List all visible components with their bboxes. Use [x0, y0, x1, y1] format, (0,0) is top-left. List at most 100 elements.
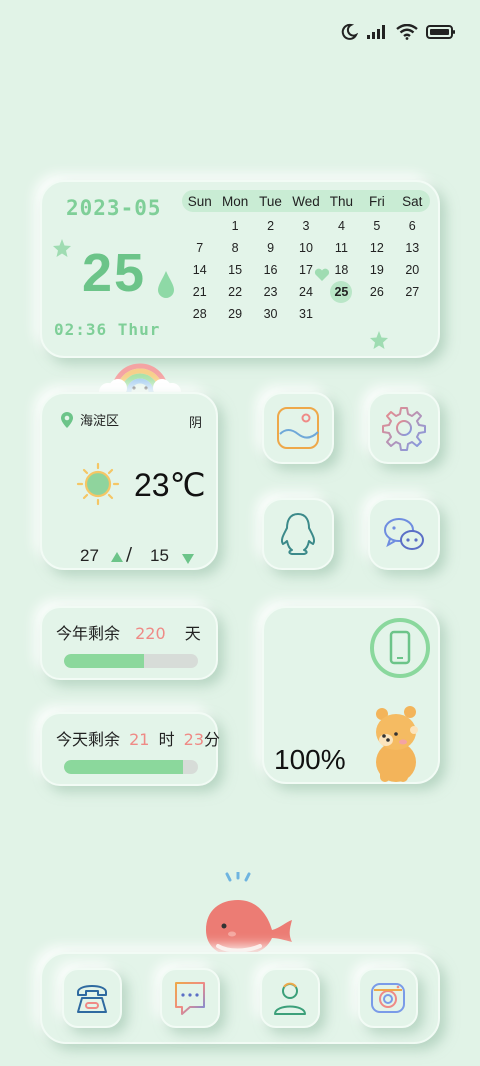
messages-app-button[interactable]: [160, 968, 220, 1028]
calendar-date: [182, 215, 217, 237]
calendar-time: 02:36 Thur: [54, 320, 161, 339]
calendar-date[interactable]: 1: [217, 215, 252, 237]
bear-icon: [376, 706, 418, 782]
year-remaining-days: 220: [135, 624, 166, 643]
calendar-widget[interactable]: 2023-05 25 02:36 Thur Sun Mon Tue Wed Th…: [40, 180, 440, 358]
calendar-date[interactable]: 19: [359, 259, 394, 281]
day-remaining-widget[interactable]: 今天剩余 21 时 23分: [40, 712, 220, 786]
calendar-date[interactable]: 4: [324, 215, 359, 237]
calendar-date[interactable]: 24: [288, 281, 323, 303]
chat-bubbles-icon: [384, 518, 424, 550]
calendar-date: [395, 303, 430, 325]
whale-icon: [206, 872, 292, 956]
calendar-date[interactable]: 29: [217, 303, 252, 325]
calendar-date[interactable]: 16: [253, 259, 288, 281]
status-bar: [340, 20, 456, 44]
calendar-date[interactable]: 2: [253, 215, 288, 237]
calendar-date[interactable]: 10: [288, 237, 323, 259]
star-icon: [370, 331, 388, 349]
calendar-date[interactable]: 17: [288, 259, 323, 281]
camera-app-button[interactable]: [358, 968, 418, 1028]
weekday-label: Thu: [329, 193, 354, 209]
calendar-weekday-header: Sun Mon Tue Wed Thu Fri Sat: [182, 190, 430, 212]
calendar-date[interactable]: 27: [395, 281, 430, 303]
calendar-date[interactable]: 12: [359, 237, 394, 259]
calendar-date[interactable]: 30: [253, 303, 288, 325]
location-label: 海淀区: [80, 414, 120, 429]
telephone-icon: [77, 985, 107, 1013]
moon-icon: [341, 23, 358, 40]
year-remaining-prefix: 今年剩余: [56, 624, 121, 643]
calendar-year-month: 2023-05: [66, 196, 162, 220]
calendar-date[interactable]: 31: [288, 303, 323, 325]
phone-icon: [370, 618, 430, 678]
sun-icon: [76, 462, 120, 506]
calendar-date[interactable]: 15: [217, 259, 252, 281]
day-remaining-hours: 21: [129, 730, 150, 749]
weekday-label: Tue: [259, 193, 282, 209]
calendar-date[interactable]: 3: [288, 215, 323, 237]
weekday-label: Sat: [402, 193, 423, 209]
gear-icon: [382, 407, 426, 451]
weekday-label: Sun: [187, 193, 212, 209]
arrow-up-icon: [111, 552, 123, 562]
contacts-app-button[interactable]: [260, 968, 320, 1028]
calendar-date[interactable]: 6: [395, 215, 430, 237]
day-remaining-label: 今天剩余 21 时 23分: [56, 726, 220, 750]
camera-icon: [371, 983, 405, 1013]
calendar-date-today[interactable]: 25: [330, 281, 353, 303]
phone-app-button[interactable]: [62, 968, 122, 1028]
weather-location: 海淀区: [60, 410, 119, 429]
weekday-label: Wed: [292, 193, 320, 209]
calendar-date[interactable]: 23: [253, 281, 288, 303]
water-drop-icon: [158, 271, 174, 298]
weather-separator: /: [126, 544, 133, 565]
day-remaining-hour-unit: 时: [158, 730, 175, 749]
calendar-date[interactable]: 18: [324, 259, 359, 281]
year-remaining-widget[interactable]: 今年剩余 220 天: [40, 606, 218, 680]
calendar-date[interactable]: 13: [395, 237, 430, 259]
calendar-date[interactable]: 22: [217, 281, 252, 303]
calendar-date[interactable]: 21: [182, 281, 217, 303]
calendar-dates: 1 2 3 4 5 6 7 8 9 10 11 12 13 14 15 16 17 18 19 20 21 22 23 24 2…: [182, 215, 430, 325]
calendar-date[interactable]: 20: [395, 259, 430, 281]
wifi-icon: [396, 24, 418, 40]
calendar-grid: Sun Mon Tue Wed Thu Fri Sat 1 2 3 4 5 6 7 8 9 10 1…: [182, 190, 430, 325]
penguin-icon: [280, 513, 316, 555]
battery-widget[interactable]: 100%: [262, 606, 440, 784]
weather-condition: 阴: [188, 416, 202, 431]
qq-app-button[interactable]: [262, 498, 334, 570]
day-remaining-minute-unit: 分: [204, 730, 221, 749]
message-icon: [175, 982, 205, 1015]
calendar-date[interactable]: 28: [182, 303, 217, 325]
gallery-app-button[interactable]: [262, 392, 334, 464]
calendar-date[interactable]: 7: [182, 237, 217, 259]
calendar-date[interactable]: 9: [253, 237, 288, 259]
calendar-date: [359, 303, 394, 325]
calendar-day-number: 25: [82, 243, 147, 303]
dock: [40, 952, 440, 1044]
weather-widget[interactable]: 海淀区 阴 23℃ 27 / 15: [40, 392, 218, 570]
gallery-icon: [277, 407, 319, 449]
calendar-date[interactable]: 14: [182, 259, 217, 281]
settings-app-button[interactable]: [368, 392, 440, 464]
calendar-date[interactable]: 11: [324, 237, 359, 259]
location-pin-icon: [61, 411, 73, 428]
weather-high: 27: [80, 546, 99, 565]
arrow-down-icon: [182, 554, 194, 564]
weekday-label: Mon: [222, 193, 249, 209]
calendar-date[interactable]: 8: [217, 237, 252, 259]
year-progress-fill: [64, 654, 145, 668]
wechat-app-button[interactable]: [368, 498, 440, 570]
star-icon: [53, 239, 71, 257]
day-progress-bar: [64, 760, 198, 774]
calendar-date: [324, 303, 359, 325]
weekday-label: Fri: [368, 193, 385, 209]
weather-low: 15: [150, 546, 169, 565]
weather-temperature: 23℃: [134, 467, 206, 503]
battery-percent: 100%: [274, 744, 346, 775]
day-remaining-minutes: 23: [183, 730, 205, 749]
day-remaining-prefix: 今天剩余: [56, 730, 121, 749]
calendar-date[interactable]: 26: [359, 281, 394, 303]
calendar-date[interactable]: 5: [359, 215, 394, 237]
